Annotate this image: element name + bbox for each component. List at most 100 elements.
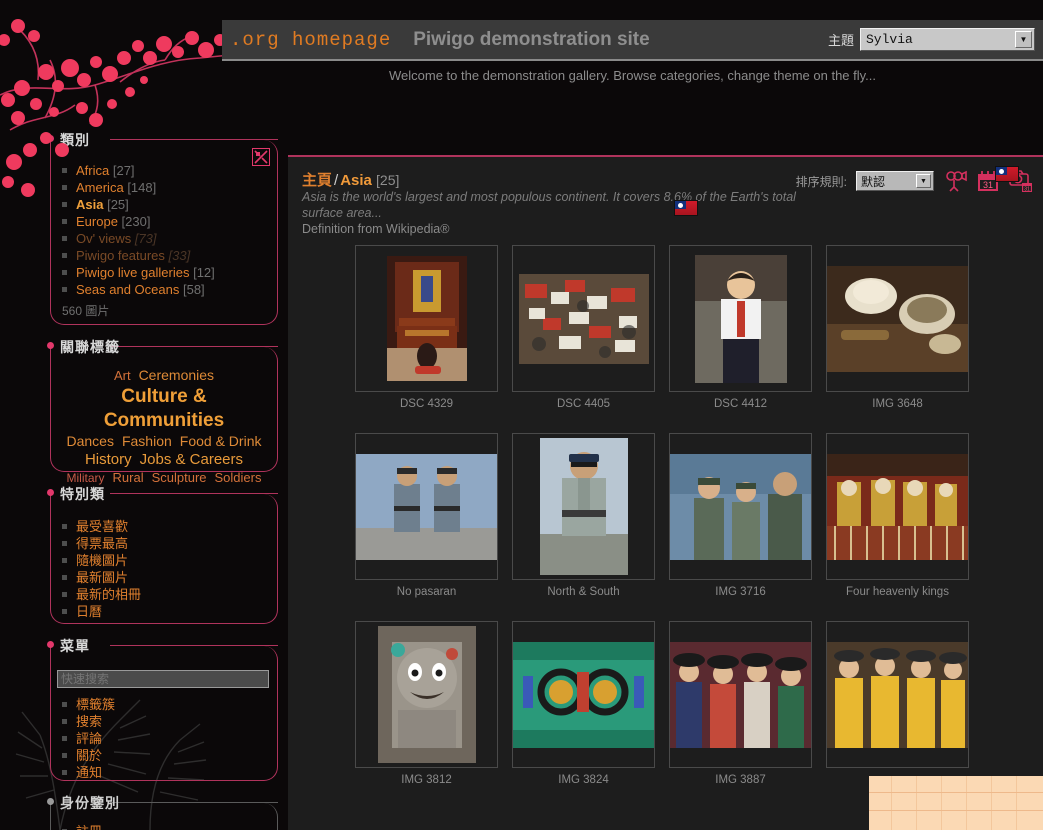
- sidebar-item-asia[interactable]: Asia: [76, 197, 103, 212]
- special-item-best-rated[interactable]: 得票最高: [76, 536, 128, 551]
- thumbnail-frame[interactable]: [669, 245, 812, 392]
- tag-sculpture[interactable]: Sculpture: [152, 470, 207, 486]
- special-item-calendar[interactable]: 日曆: [76, 604, 102, 619]
- theme-switcher[interactable]: 主題 Sylvia ▼: [828, 28, 1043, 51]
- list-item[interactable]: Piwigo features [33]: [62, 247, 272, 264]
- sidebar-item-ov-views[interactable]: Ov' views: [76, 231, 131, 246]
- list-item[interactable]: Piwigo live galleries [12]: [62, 264, 272, 281]
- list-item[interactable]: Asia [25]: [62, 196, 272, 213]
- tag-soldiers[interactable]: Soldiers: [215, 470, 262, 486]
- photo-dancers: [827, 642, 968, 748]
- thumbnail-item[interactable]: IMG 3648: [819, 245, 976, 410]
- tag-history[interactable]: History: [85, 451, 132, 470]
- sidebar-item-america[interactable]: America: [76, 180, 124, 195]
- tag-culture-communities[interactable]: Culture & Communities: [62, 385, 266, 433]
- sidebar-item-piwigo-features[interactable]: Piwigo features: [76, 248, 165, 263]
- thumbnail-item[interactable]: IMG 3716: [662, 433, 819, 598]
- list-item[interactable]: 最受喜歡: [62, 518, 272, 535]
- photo-img-3812: [378, 626, 476, 763]
- list-item[interactable]: 標籤簇: [62, 696, 272, 713]
- special-item-random-photos[interactable]: 隨機圖片: [76, 553, 128, 568]
- list-item[interactable]: 關於: [62, 747, 272, 764]
- identification-item-register[interactable]: 註冊: [76, 824, 102, 830]
- thumbnail-frame[interactable]: [826, 433, 969, 580]
- sidebar-item-africa[interactable]: Africa: [76, 163, 109, 178]
- thumbnail-frame[interactable]: [355, 245, 498, 392]
- thumbnail-item[interactable]: No pasaran: [348, 433, 505, 598]
- thumbnail-frame[interactable]: [512, 621, 655, 768]
- thumbnail-caption: IMG 3812: [348, 774, 505, 786]
- chevron-down-icon[interactable]: ▼: [1015, 31, 1032, 48]
- thumbnail-item[interactable]: North & South: [505, 433, 662, 598]
- thumbnail-item[interactable]: DSC 4405: [505, 245, 662, 410]
- special-item-recent-photos[interactable]: 最新圖片: [76, 570, 128, 585]
- search-input[interactable]: [57, 670, 269, 688]
- theme-select[interactable]: Sylvia ▼: [860, 28, 1035, 51]
- list-item[interactable]: 隨機圖片: [62, 552, 272, 569]
- thumbnail-frame[interactable]: [826, 621, 969, 768]
- thumbnail-frame[interactable]: [669, 621, 812, 768]
- menu-item-notification[interactable]: 通知: [76, 765, 102, 780]
- tag-fashion[interactable]: Fashion: [122, 433, 172, 451]
- thumbnail-item[interactable]: IMG 3887: [662, 621, 819, 786]
- slideshow-icon[interactable]: [943, 169, 967, 193]
- sidebar-item-seas-and-oceans[interactable]: Seas and Oceans: [76, 282, 179, 297]
- thumbnail-frame[interactable]: [355, 433, 498, 580]
- menu-item-comments[interactable]: 評論: [76, 731, 102, 746]
- list-item[interactable]: 評論: [62, 730, 272, 747]
- tag-dances[interactable]: Dances: [67, 433, 114, 451]
- thumbnail-frame[interactable]: [512, 245, 655, 392]
- list-item[interactable]: 註冊: [62, 823, 272, 830]
- thumbnail-item[interactable]: Four heavenly kings: [819, 433, 976, 598]
- thumbnail-item[interactable]: DSC 4412: [662, 245, 819, 410]
- tag-ceremonies[interactable]: Ceremonies: [139, 367, 214, 385]
- menu-item-about[interactable]: 關於: [76, 748, 102, 763]
- thumbnail-item[interactable]: IMG 3824: [505, 621, 662, 786]
- sidebar-block-identification: 身份鑒別 註冊: [0, 793, 290, 830]
- sidebar-block-categories: 類別 Africa [27] America [148] Asia [25] E…: [0, 130, 290, 325]
- list-item[interactable]: 通知: [62, 764, 272, 781]
- list-item[interactable]: 最新圖片: [62, 569, 272, 586]
- thumbnail-frame[interactable]: [669, 433, 812, 580]
- thumbnail-item[interactable]: [819, 621, 976, 786]
- sidebar-item-piwigo-live-galleries[interactable]: Piwigo live galleries: [76, 265, 189, 280]
- list-item[interactable]: 最新的相冊: [62, 586, 272, 603]
- photo-dsc-4412: [695, 255, 787, 383]
- flag-icon-taiwan[interactable]: [995, 166, 1019, 182]
- thumbnail-frame[interactable]: [512, 433, 655, 580]
- list-item[interactable]: Ov' views [73]: [62, 230, 272, 247]
- svg-text:31: 31: [983, 180, 993, 190]
- list-item[interactable]: 得票最高: [62, 535, 272, 552]
- site-title: Piwigo demonstration site: [413, 29, 649, 51]
- thumbnail-item[interactable]: IMG 3812: [348, 621, 505, 786]
- tag-rural[interactable]: Rural: [113, 470, 144, 486]
- overlay-panel[interactable]: [869, 776, 1043, 830]
- thumbnail-grid: DSC 4329 DSC 4405: [288, 237, 1043, 809]
- menu-item-search[interactable]: 搜索: [76, 714, 102, 729]
- breadcrumb-home[interactable]: 主頁: [302, 172, 332, 189]
- thumbnail-item[interactable]: DSC 4329: [348, 245, 505, 410]
- sort-label: 排序規則:: [796, 173, 847, 190]
- chevron-down-icon[interactable]: ▼: [916, 174, 931, 188]
- list-item[interactable]: 搜索: [62, 713, 272, 730]
- tag-food-drink[interactable]: Food & Drink: [180, 433, 262, 451]
- special-item-recent-albums[interactable]: 最新的相冊: [76, 587, 141, 602]
- special-item-most-favourite[interactable]: 最受喜歡: [76, 519, 128, 534]
- menu-item-tag-cloud[interactable]: 標籤簇: [76, 697, 115, 712]
- list-item[interactable]: 日曆: [62, 603, 272, 620]
- thumbnail-frame[interactable]: [826, 245, 969, 392]
- category-count: [25]: [107, 197, 129, 212]
- flag-icon-taiwan-secondary[interactable]: [674, 200, 698, 216]
- tag-art[interactable]: Art: [114, 368, 131, 384]
- thumbnail-frame[interactable]: [355, 621, 498, 768]
- sidebar-item-europe[interactable]: Europe: [76, 214, 118, 229]
- thumbnail-caption: IMG 3716: [662, 586, 819, 598]
- tag-jobs-careers[interactable]: Jobs & Careers: [140, 451, 243, 470]
- list-item[interactable]: Seas and Oceans [58]: [62, 281, 272, 298]
- list-item[interactable]: Africa [27]: [62, 162, 272, 179]
- list-item[interactable]: America [148]: [62, 179, 272, 196]
- sort-select[interactable]: 默認 ▼: [856, 171, 934, 191]
- list-item[interactable]: Europe [230]: [62, 213, 272, 230]
- svg-text:31: 31: [1024, 187, 1030, 193]
- edit-categories-icon[interactable]: [252, 148, 270, 166]
